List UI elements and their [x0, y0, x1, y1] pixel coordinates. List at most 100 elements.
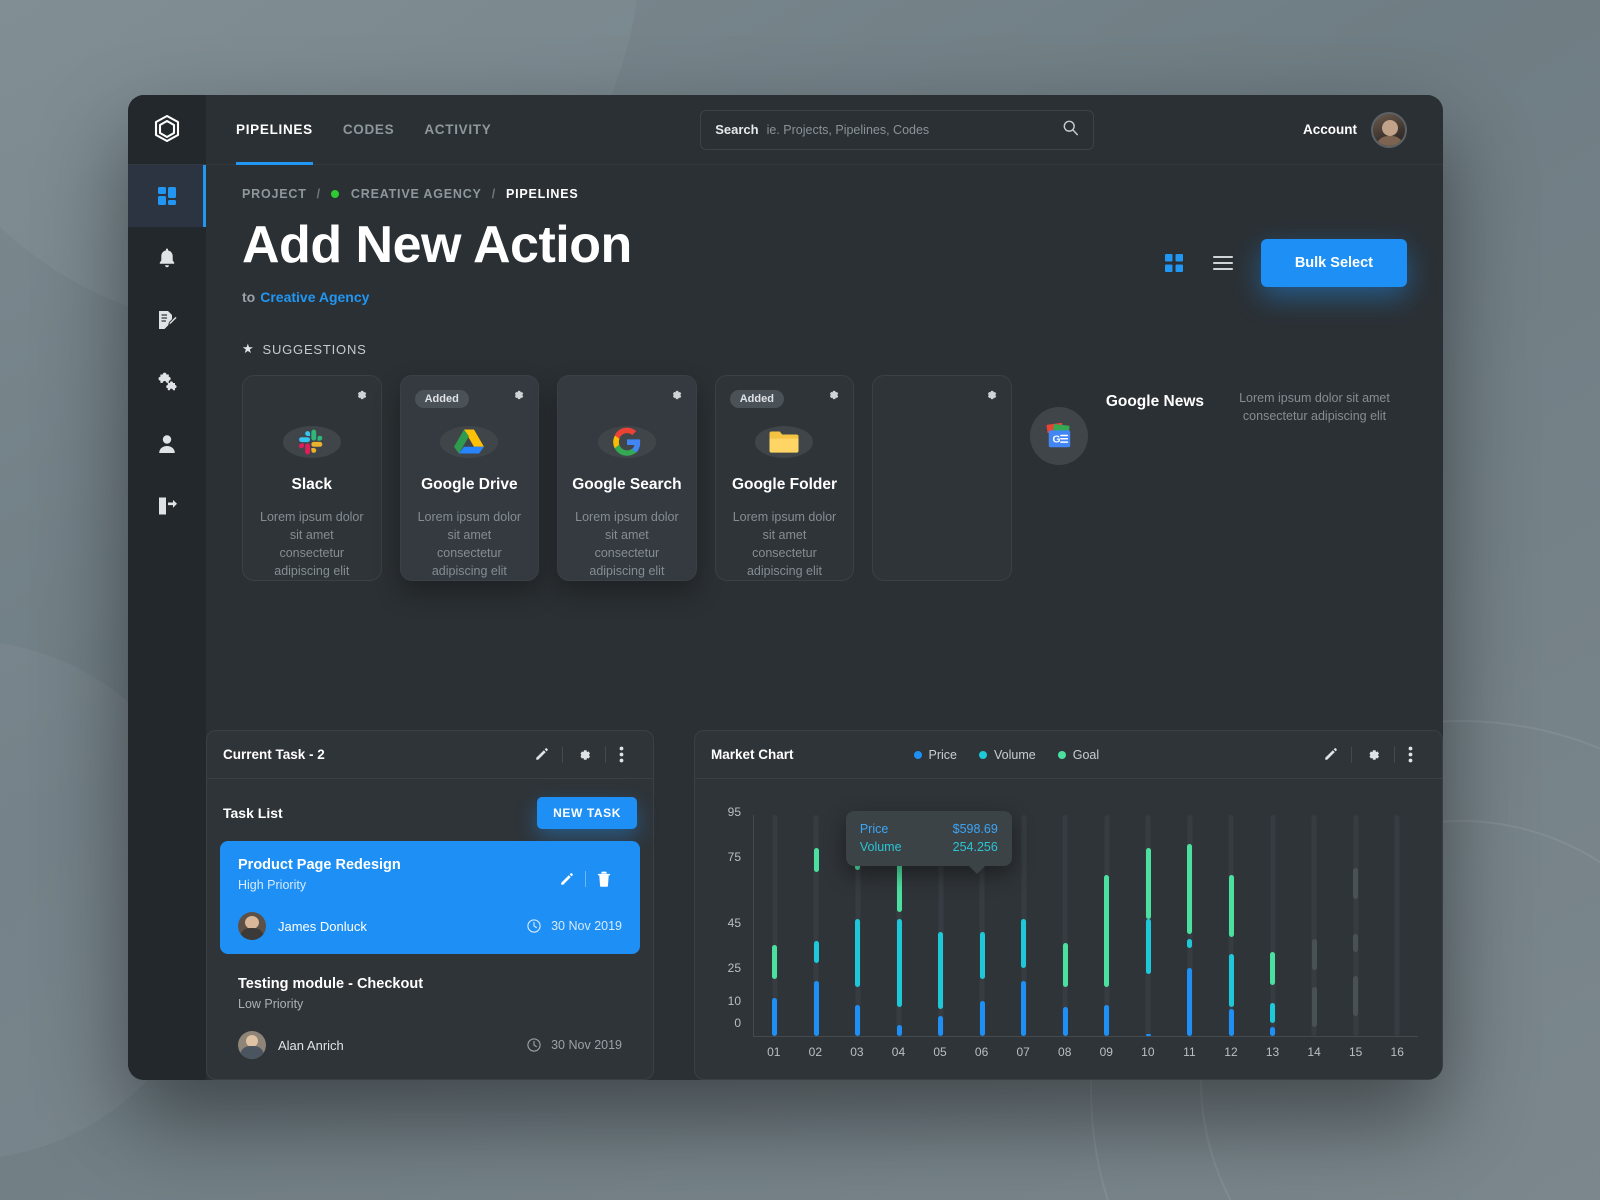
task-due-date-text: 30 Nov 2019: [551, 1038, 622, 1052]
task-row[interactable]: Product Page Redesign High Priority Jame…: [220, 841, 640, 954]
chart-x-axis: 01 02 03 04 05 06 07 08 09 10 11 12 13 14 15 16: [753, 1045, 1418, 1065]
grid-view-icon[interactable]: [1163, 252, 1185, 274]
card-description: Lorem ipsum dolor sit amet consectetur a…: [260, 509, 364, 578]
search-placeholder: ie. Projects, Pipelines, Codes: [766, 122, 930, 137]
gear-icon[interactable]: [826, 388, 840, 407]
card-description: Lorem ipsum dolor sit amet consectetur a…: [417, 509, 522, 578]
chart-y-tick: 45: [727, 916, 741, 931]
chart-legend: Price Volume Goal: [913, 748, 1099, 762]
chart-bar-segment: [1145, 1033, 1151, 1036]
breadcrumb-separator: /: [491, 187, 496, 201]
chart-bar-segment: [1353, 868, 1359, 899]
task-due-date: 30 Nov 2019: [526, 918, 622, 934]
sidebar-item-notifications[interactable]: [128, 227, 206, 289]
chart-x-tick: 07: [1016, 1045, 1030, 1059]
more-vertical-icon[interactable]: [605, 746, 637, 763]
logout-icon: [159, 497, 177, 515]
avatar[interactable]: [1371, 111, 1407, 148]
bulk-select-button[interactable]: Bulk Select: [1260, 239, 1407, 287]
tooltip-volume-value: 254.256: [952, 840, 998, 855]
list-view-icon[interactable]: [1211, 253, 1235, 273]
chart-bar-segment: [855, 918, 861, 988]
chart-bar-segment: [1353, 934, 1359, 953]
chart-panel-title: Market Chart: [711, 747, 794, 762]
chart-y-axis: 0 10 25 45 75 95: [713, 805, 747, 1037]
card-description: Lorem ipsum dolor sit amet consectetur a…: [575, 509, 679, 578]
folder-logo-icon: [755, 426, 814, 458]
more-vertical-icon[interactable]: [1394, 746, 1426, 763]
chart-bar-segment: [1187, 938, 1193, 948]
sidebar-item-profile[interactable]: [128, 413, 206, 475]
sidebar-item-integrations[interactable]: [128, 351, 206, 413]
suggestion-card-google-folder[interactable]: Added Google Folder Lorem ipsum dolor si…: [714, 375, 855, 581]
gear-icon[interactable]: [669, 388, 683, 407]
chart-column[interactable]: [1394, 815, 1400, 1036]
tab-codes[interactable]: CODES: [343, 95, 395, 164]
pencil-icon[interactable]: [521, 747, 562, 762]
suggestion-card-slack[interactable]: Slack Lorem ipsum dolor sit amet consect…: [242, 375, 382, 581]
avatar: [238, 1031, 266, 1059]
chart-column[interactable]: [1062, 815, 1068, 1036]
sidebar-item-dashboard[interactable]: [128, 165, 206, 227]
tab-pipelines[interactable]: PIPELINES: [236, 95, 313, 165]
sidebar-item-documents[interactable]: [128, 289, 206, 351]
breadcrumb-item-project[interactable]: PROJECT: [242, 187, 307, 201]
chart-bar-segment: [1062, 943, 1068, 988]
gear-icon[interactable]: [1351, 746, 1394, 763]
task-row[interactable]: Testing module - Checkout Low Priority A…: [220, 960, 640, 1073]
legend-dot: [913, 750, 922, 759]
chart-column-track: [1062, 815, 1068, 1036]
card-title: Slack: [291, 475, 333, 493]
chart-bar-segment: [1062, 1007, 1068, 1036]
gear-icon[interactable]: [511, 388, 525, 407]
trash-icon[interactable]: [585, 871, 622, 887]
chart-x-tick: 16: [1390, 1045, 1404, 1059]
app-logo[interactable]: [128, 95, 206, 165]
gear-icon[interactable]: [354, 388, 368, 407]
breadcrumb-item-pipelines[interactable]: PIPELINES: [506, 187, 579, 201]
chart-bar-segment: [1270, 1002, 1276, 1023]
task-list-header: Task List NEW TASK: [207, 779, 653, 841]
chart-y-tick: 75: [727, 849, 741, 864]
status-badge: Added: [729, 390, 784, 408]
task-due-date: 30 Nov 2019: [526, 1037, 622, 1053]
gear-icon[interactable]: [562, 746, 605, 763]
chart-bar-segment: [1228, 874, 1234, 937]
market-chart: 0 10 25 45 75 95 01 02 03 04 05 06 07 08 09 10 11 12 13 14…: [695, 779, 1442, 1079]
task-assignee: Alan Anrich: [278, 1037, 344, 1053]
chart-bar-segment: [1104, 1005, 1110, 1036]
gear-icon[interactable]: [984, 388, 998, 407]
tooltip-price-value: $598.69: [952, 822, 998, 836]
tab-activity[interactable]: ACTIVITY: [424, 95, 491, 164]
account-area[interactable]: Account: [1303, 111, 1407, 148]
card-title: Google Folder: [731, 475, 837, 493]
task-priority: Low Priority: [238, 997, 304, 1011]
chart-bar-segment: [1270, 1027, 1276, 1036]
legend-item-goal[interactable]: Goal: [1057, 748, 1099, 762]
breadcrumb-item-creative-agency[interactable]: CREATIVE AGENCY: [351, 187, 482, 201]
new-task-button[interactable]: NEW TASK: [537, 797, 637, 829]
legend-item-volume[interactable]: Volume: [979, 748, 1036, 762]
pencil-icon[interactable]: [1310, 747, 1351, 762]
suggestion-card-google-drive[interactable]: Added Google Drive Lorem ipsum dolor sit…: [399, 375, 540, 581]
chart-bar-segment: [938, 932, 944, 1010]
task-actions: [548, 871, 622, 887]
chart-x-tick: 13: [1265, 1045, 1280, 1059]
chart-bar-segment: [1187, 967, 1193, 1036]
search-icon[interactable]: [1062, 119, 1079, 141]
task-name: Testing module - Checkout: [238, 976, 424, 992]
pencil-icon[interactable]: [548, 872, 585, 887]
legend-item-price[interactable]: Price: [913, 748, 957, 762]
search-wrap: Search ie. Projects, Pipelines, Codes: [491, 109, 1303, 150]
search-input[interactable]: Search ie. Projects, Pipelines, Codes: [700, 109, 1095, 150]
chart-bar-segment: [855, 1005, 861, 1036]
suggestion-card-google-search[interactable]: Google Search Lorem ipsum dolor sit amet…: [557, 375, 697, 581]
sidebar-item-logout[interactable]: [128, 475, 206, 537]
chart-bar-segment: [813, 848, 819, 873]
subtitle-link[interactable]: Creative Agency: [260, 289, 369, 305]
breadcrumb: PROJECT / CREATIVE AGENCY / PIPELINES: [242, 187, 1407, 201]
chart-x-tick: 10: [1141, 1045, 1155, 1059]
task-footer: Alan Anrich 30 Nov 2019: [238, 1031, 622, 1059]
chart-bar-segment: [1311, 987, 1317, 1028]
suggestion-card-google-news[interactable]: [872, 375, 1012, 581]
